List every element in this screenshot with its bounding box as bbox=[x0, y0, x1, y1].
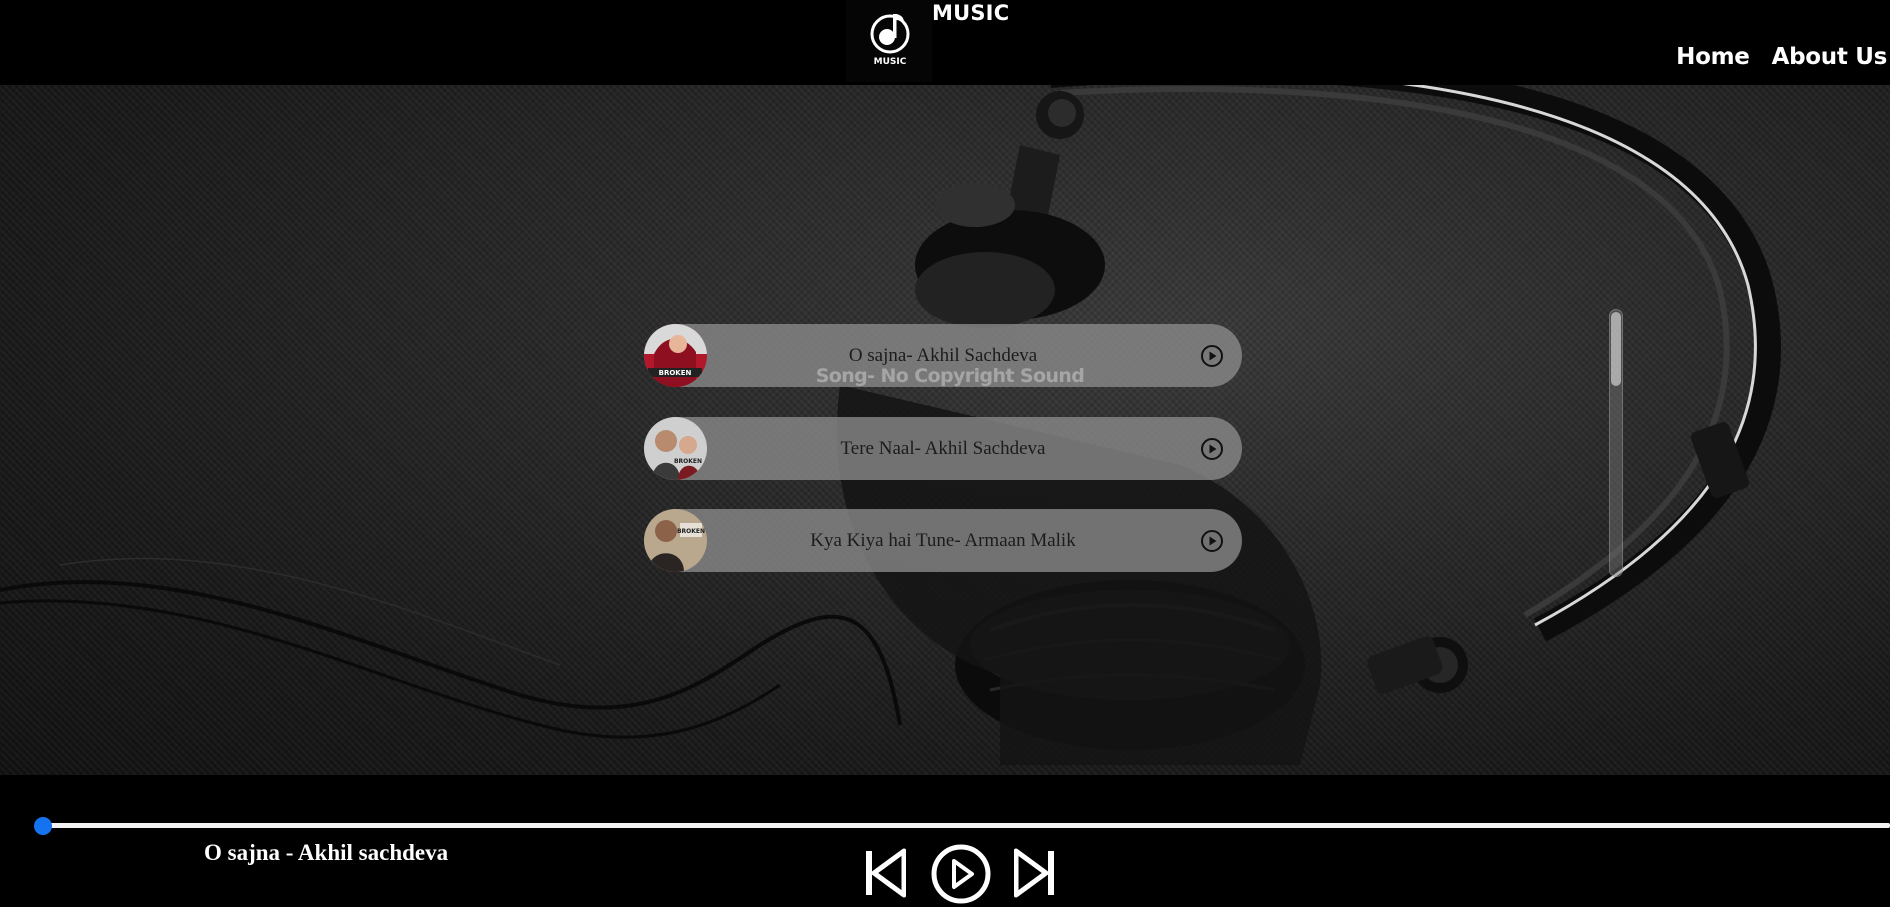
progress-handle[interactable] bbox=[34, 817, 52, 835]
nav-home-link[interactable]: Home bbox=[1676, 44, 1750, 70]
play-icon[interactable] bbox=[1200, 344, 1224, 368]
playback-controls bbox=[864, 843, 1064, 907]
svg-text:BROKEN: BROKEN bbox=[674, 458, 702, 465]
nav-about-link[interactable]: About Us bbox=[1772, 44, 1888, 70]
brand-title: MUSIC bbox=[932, 1, 1010, 25]
song-item-2[interactable]: BROKEN Tere Naal- Akhil Sachdeva bbox=[644, 417, 1242, 480]
progress-bar[interactable] bbox=[42, 823, 1890, 828]
scrollbar-thumb[interactable] bbox=[1611, 312, 1621, 386]
album-cover-icon: BROKEN bbox=[644, 417, 707, 480]
previous-icon[interactable] bbox=[864, 848, 906, 898]
album-cover-icon: BROKEN bbox=[644, 509, 707, 572]
song-title: O sajna- Akhil Sachdeva bbox=[848, 345, 1038, 366]
song-list-scrollbar[interactable] bbox=[1609, 309, 1623, 577]
now-playing-title: O sajna - Akhil sachdeva bbox=[204, 840, 449, 865]
logo[interactable]: MUSIC bbox=[846, 0, 932, 82]
hero-background: Song- No Copyright Sound BROKEN O sajna-… bbox=[0, 85, 1890, 775]
play-icon[interactable] bbox=[1200, 529, 1224, 553]
site-header: MUSIC MUSIC Home About Us bbox=[0, 0, 1890, 85]
music-note-icon: MUSIC bbox=[870, 14, 910, 67]
svg-text:BROKEN: BROKEN bbox=[677, 528, 705, 535]
logo-text: MUSIC bbox=[874, 57, 907, 67]
main-nav: Home About Us bbox=[1676, 44, 1887, 70]
album-cover-icon: BROKEN bbox=[644, 324, 707, 387]
play-icon[interactable] bbox=[1200, 437, 1224, 461]
song-item-1[interactable]: BROKEN O sajna- Akhil Sachdeva bbox=[644, 324, 1242, 387]
song-title: Tere Naal- Akhil Sachdeva bbox=[840, 438, 1046, 459]
song-title: Kya Kiya hai Tune- Armaan Malik bbox=[810, 530, 1076, 551]
next-icon[interactable] bbox=[1014, 848, 1056, 898]
play-icon[interactable] bbox=[930, 843, 992, 905]
svg-text:BROKEN: BROKEN bbox=[659, 369, 692, 377]
song-item-3[interactable]: BROKEN Kya Kiya hai Tune- Armaan Malik bbox=[644, 509, 1242, 572]
